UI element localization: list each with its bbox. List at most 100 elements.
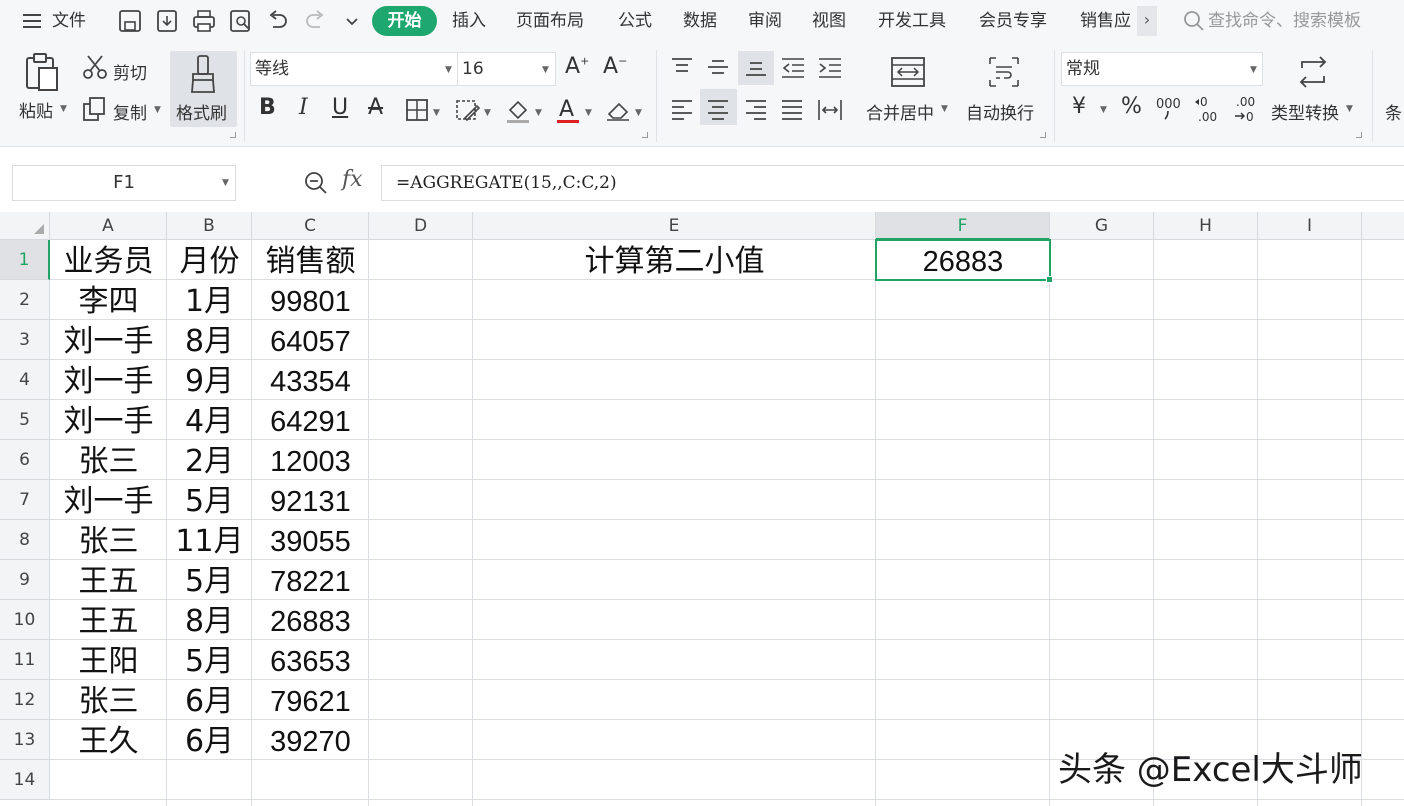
format-painter-icon[interactable] [189,54,217,94]
column-header-c[interactable]: C [252,212,369,240]
tab-start[interactable]: 开始 [372,6,437,36]
cell-a12[interactable]: 张三 [50,680,167,720]
format-painter-button[interactable]: 格式刷 [176,99,227,124]
merge-center-icon[interactable] [890,56,926,88]
cell-b7[interactable]: 5月 [167,480,252,520]
cut-icon[interactable] [82,54,108,80]
type-convert-dropdown-icon[interactable]: ▼ [1346,104,1353,114]
tab-page-layout[interactable]: 页面布局 [516,0,584,42]
cell-b13[interactable]: 6月 [167,720,252,760]
cell-c9[interactable]: 78221 [252,560,369,600]
cell-c6[interactable]: 12003 [252,440,369,480]
column-header-a[interactable]: A [50,212,167,240]
more-tabs-button[interactable]: › [1137,6,1157,36]
align-top-icon[interactable] [670,56,694,78]
cell-a2[interactable]: 李四 [50,280,167,320]
decrease-font-size-icon[interactable]: A− [603,54,627,79]
increase-decimal-icon[interactable]: 0.00 [1194,94,1222,124]
cell-c7[interactable]: 92131 [252,480,369,520]
align-bottom-icon[interactable] [744,56,768,78]
row-header[interactable]: 9 [0,560,50,600]
conditional-format-button[interactable]: 条 [1385,99,1402,124]
distributed-align-icon[interactable] [817,98,843,122]
underline-icon[interactable]: U [332,95,348,120]
tab-developer[interactable]: 开发工具 [878,0,946,42]
cell-b2[interactable]: 1月 [167,280,252,320]
column-header-e[interactable]: E [473,212,876,240]
clipboard-group-launcher[interactable] [230,132,236,138]
currency-dropdown-icon[interactable]: ▼ [1100,105,1107,115]
italic-icon[interactable]: I [299,95,308,120]
row-header[interactable]: 1 [0,240,50,280]
export-pdf-icon[interactable] [154,9,180,33]
hamburger-menu-icon[interactable] [22,13,42,29]
cell-c4[interactable]: 43354 [252,360,369,400]
cell-a3[interactable]: 刘一手 [50,320,167,360]
column-header-h[interactable]: H [1154,212,1258,240]
justify-icon[interactable] [780,98,804,122]
borders-icon[interactable] [405,98,429,122]
column-header-d[interactable]: D [369,212,473,240]
cell-b1[interactable]: 月份 [167,240,252,280]
tab-insert[interactable]: 插入 [452,0,486,42]
currency-format-icon[interactable]: ¥ [1072,94,1086,119]
strikethrough-icon[interactable]: A [368,95,383,120]
borders-dropdown-icon[interactable]: ▼ [433,108,440,118]
cell-b5[interactable]: 4月 [167,400,252,440]
redo-icon[interactable] [302,9,328,33]
tab-sales-app[interactable]: 销售应 [1080,0,1131,42]
copy-icon[interactable] [82,96,108,122]
row-header[interactable]: 13 [0,720,50,760]
select-all-corner[interactable] [0,212,50,240]
number-format-dropdown-icon[interactable]: ▼ [1250,65,1257,75]
cell-c12[interactable]: 79621 [252,680,369,720]
alignment-group-launcher[interactable] [1040,132,1046,138]
thousands-separator-icon[interactable]: 000 [1155,94,1183,122]
cell-c2[interactable]: 99801 [252,280,369,320]
cell-c1[interactable]: 销售额 [252,240,369,280]
merge-center-dropdown-icon[interactable]: ▼ [941,104,948,114]
fill-color-icon[interactable] [505,98,531,124]
fill-handle[interactable] [1046,276,1053,283]
column-header-f[interactable]: F [876,212,1050,240]
font-size-dropdown-icon[interactable]: ▼ [542,65,549,75]
row-header[interactable]: 8 [0,520,50,560]
cell-a7[interactable]: 刘一手 [50,480,167,520]
cell-c8[interactable]: 39055 [252,520,369,560]
cell-a10[interactable]: 王五 [50,600,167,640]
row-header[interactable]: 12 [0,680,50,720]
column-header-g[interactable]: G [1050,212,1154,240]
fill-color-dropdown-icon[interactable]: ▼ [535,108,542,118]
cell-c5[interactable]: 64291 [252,400,369,440]
cell-c3[interactable]: 64057 [252,320,369,360]
cell-c11[interactable]: 63653 [252,640,369,680]
align-left-icon[interactable] [670,98,694,122]
cell-b11[interactable]: 5月 [167,640,252,680]
cell-b3[interactable]: 8月 [167,320,252,360]
increase-indent-icon[interactable] [817,56,843,78]
cell-a4[interactable]: 刘一手 [50,360,167,400]
percent-format-icon[interactable]: % [1121,94,1142,119]
font-color-dropdown-icon[interactable]: ▼ [585,108,592,118]
save-icon[interactable] [117,9,143,33]
cell-style-dropdown-icon[interactable]: ▼ [484,108,491,118]
cell-style-icon[interactable] [455,98,481,122]
cell-c13[interactable]: 39270 [252,720,369,760]
name-box-dropdown-icon[interactable]: ▼ [222,178,229,188]
row-header[interactable]: 5 [0,400,50,440]
row-header[interactable]: 7 [0,480,50,520]
name-box[interactable]: F1 [12,165,236,201]
align-center-icon[interactable] [706,98,730,122]
font-color-icon[interactable]: A [556,95,580,125]
tab-view[interactable]: 视图 [812,0,846,42]
cell-a6[interactable]: 张三 [50,440,167,480]
type-convert-button[interactable]: 类型转换 [1271,99,1339,124]
zoom-search-icon[interactable] [303,170,329,196]
align-middle-icon[interactable] [706,56,730,78]
wrap-text-icon[interactable] [986,56,1022,88]
cell-c10[interactable]: 26883 [252,600,369,640]
row-header[interactable]: 14 [0,760,50,800]
file-menu[interactable]: 文件 [52,0,86,42]
cell-a9[interactable]: 王五 [50,560,167,600]
cell-b9[interactable]: 5月 [167,560,252,600]
